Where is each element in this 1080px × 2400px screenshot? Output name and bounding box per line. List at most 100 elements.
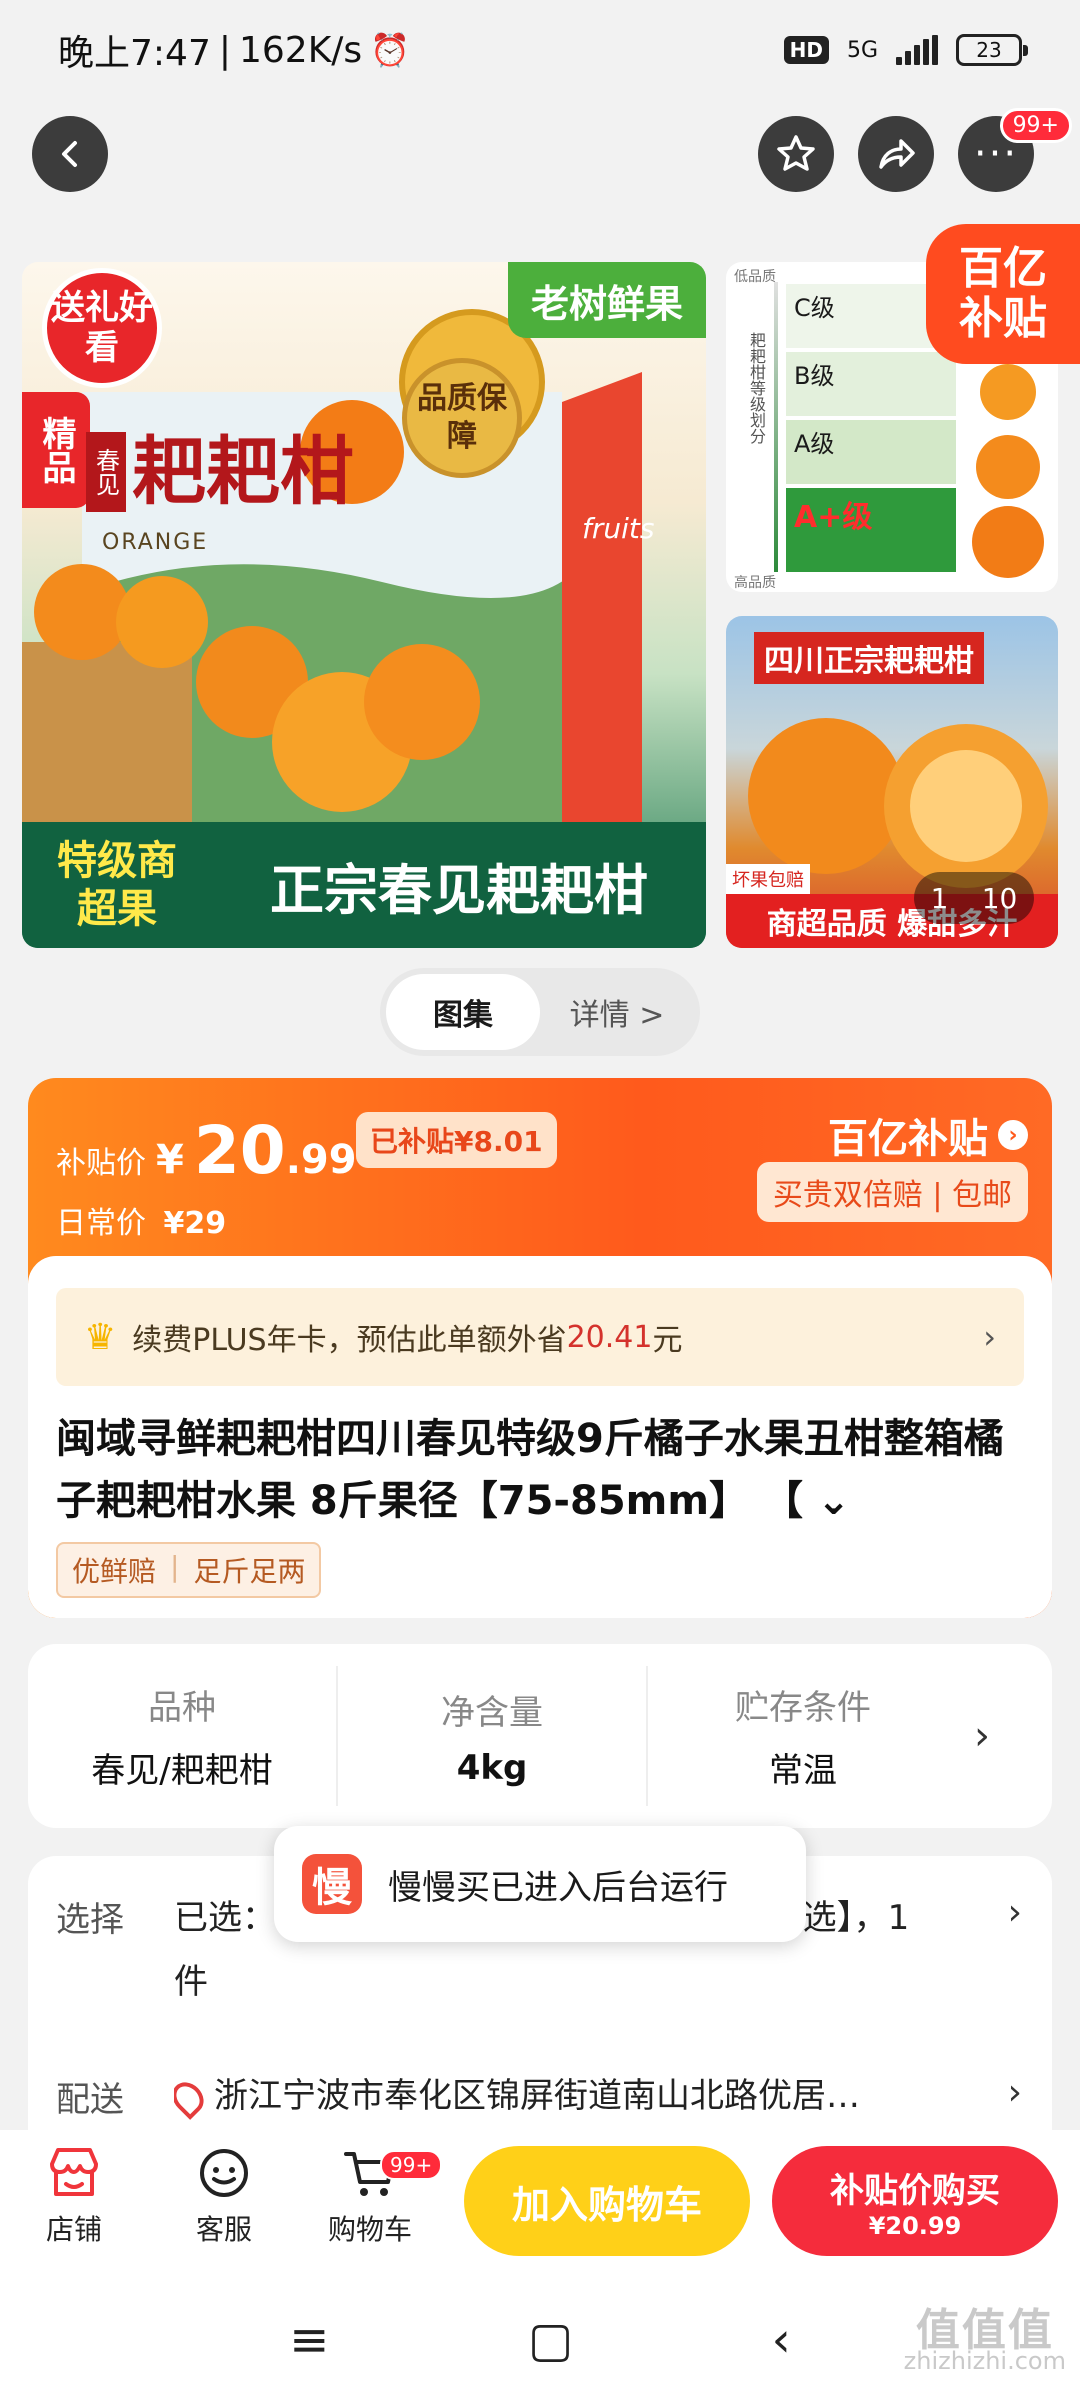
- brand-title: 耙耙柑: [132, 429, 354, 515]
- alarm-icon: ⏰: [370, 31, 411, 69]
- chevron-right-icon[interactable]: ›: [1008, 1892, 1022, 1933]
- site-watermark: 值值值 zhizhizhi.com: [903, 2305, 1066, 2376]
- back-icon[interactable]: ‹: [772, 2312, 791, 2368]
- store-button[interactable]: 店铺: [14, 2146, 134, 2248]
- quality-seal: 品质保障: [402, 358, 522, 478]
- status-time: 晚上7:47: [58, 33, 211, 74]
- background-running-toast: 慢 慢慢买已进入后台运行: [274, 1826, 806, 1942]
- chevron-right-icon[interactable]: ›: [1008, 2072, 1022, 2113]
- subsidy-corner-line2: 补贴: [959, 293, 1047, 344]
- battery-level: 23: [976, 38, 1002, 62]
- grade-a-plus: A+级: [786, 488, 956, 572]
- grade-b: B级: [786, 352, 956, 416]
- cart-badge: 99+: [380, 2150, 443, 2180]
- plus-renewal-banner[interactable]: ♛ 续费PLUS年卡，预估此单额外省 20.41 元 ›: [56, 1288, 1024, 1386]
- price-decimal: .99: [285, 1137, 357, 1183]
- share-icon: [879, 139, 915, 169]
- tab-details[interactable]: 详情 >: [540, 974, 694, 1050]
- subsidy-price-label: 补贴价: [56, 1146, 146, 1181]
- more-badge: 99+: [999, 108, 1072, 143]
- select-label: 选择: [56, 1900, 124, 1940]
- grade-a: A级: [786, 420, 956, 484]
- product-gallery[interactable]: 送礼好看 精品 老树鲜果 品质保障 耙耙柑 春见 ORANGE fruits 特…: [0, 224, 1080, 948]
- location-pin-icon: [174, 2075, 210, 2120]
- subsidy-price: 补贴价 ¥ 20 .99: [56, 1112, 357, 1189]
- signal-icon: [896, 35, 938, 65]
- gallery-current: 1: [930, 881, 949, 915]
- double-refund-guarantee: 买贵双倍赔 | 包邮: [756, 1162, 1028, 1222]
- main-product-image[interactable]: 送礼好看 精品 老树鲜果 品质保障 耙耙柑 春见 ORANGE fruits 特…: [22, 262, 706, 948]
- gallery-counter: 1 10: [914, 872, 1034, 924]
- billion-subsidy-badge[interactable]: 百亿补贴 ›: [828, 1106, 1028, 1164]
- plus-unit: 元: [652, 1323, 683, 1358]
- fruits-label: fruits: [582, 512, 655, 545]
- customer-service-icon: [200, 2149, 248, 2197]
- tab-gallery[interactable]: 图集: [386, 974, 540, 1050]
- share-button[interactable]: [858, 116, 934, 192]
- spec-value: 4kg: [456, 1747, 528, 1788]
- spec-net-weight: 净含量 4kg: [338, 1666, 648, 1806]
- chevron-right-icon: ›: [998, 1120, 1028, 1150]
- daily-price: 日常价 ¥29: [56, 1198, 226, 1242]
- daily-price-label: 日常价: [56, 1206, 146, 1241]
- currency-symbol: ¥: [156, 1137, 184, 1183]
- customer-service-button[interactable]: 客服: [164, 2146, 284, 2248]
- spec-value: 春见/耙耙柑: [91, 1751, 273, 1791]
- bad-fruit-tag: 坏果包赔: [726, 864, 810, 894]
- daily-price-value: ¥29: [163, 1206, 227, 1241]
- plus-text: 续费PLUS年卡，预估此单额外省: [132, 1323, 567, 1358]
- chevron-right-icon[interactable]: ›: [974, 1713, 990, 1759]
- customer-service-label: 客服: [195, 2213, 252, 2246]
- authentic-banner: 正宗春见耙耙柑: [212, 822, 706, 948]
- spec-value: 常温: [769, 1751, 837, 1791]
- hd-icon: HD: [783, 36, 829, 64]
- billion-subsidy-label: 百亿补贴: [828, 1116, 988, 1162]
- menu-icon[interactable]: ≡: [289, 2312, 329, 2368]
- add-to-cart-button[interactable]: 加入购物车: [464, 2146, 750, 2256]
- home-icon[interactable]: ▢: [528, 2312, 573, 2368]
- low-quality-label: 低品质: [734, 269, 776, 285]
- buy-now-price: ¥20.99: [868, 2211, 962, 2240]
- buy-now-label: 补贴价购买: [830, 2170, 1000, 2211]
- spec-card[interactable]: 品种 春见/耙耙柑 净含量 4kg 贮存条件 常温 ›: [28, 1644, 1052, 1828]
- cart-button[interactable]: 购物车 99+: [310, 2146, 443, 2248]
- plus-amount: 20.41: [566, 1319, 653, 1355]
- watermark-domain: zhizhizhi.com: [903, 2347, 1066, 2375]
- spec-key: 净含量: [441, 1692, 543, 1733]
- status-divider: |: [218, 29, 231, 71]
- star-icon: [777, 135, 815, 171]
- price-header: 补贴价 ¥ 20 .99 已补贴¥8.01 百亿补贴 › 买贵双倍赔 | 包邮 …: [28, 1078, 1052, 1258]
- buy-now-button[interactable]: 补贴价购买 ¥20.99: [772, 2146, 1058, 2256]
- delivery-address[interactable]: 浙江宁波市奉化区锦屏街道南山北路优居…: [174, 2064, 914, 2128]
- more-icon: ···: [973, 131, 1019, 177]
- status-speed: 162K/s: [238, 29, 363, 71]
- high-quality-label: 高品质: [734, 575, 776, 591]
- favorite-button[interactable]: [758, 116, 834, 192]
- store-label: 店铺: [45, 2213, 102, 2246]
- price-card: 补贴价 ¥ 20 .99 已补贴¥8.01 百亿补贴 › 买贵双倍赔 | 包邮 …: [28, 1078, 1052, 1618]
- delivery-label: 配送: [56, 2080, 124, 2120]
- gallery-total: 10: [981, 881, 1018, 915]
- service-tag-fresh: 优鲜赔: [72, 1555, 157, 1588]
- premium-badge: 精品: [22, 392, 90, 508]
- spec-storage: 贮存条件 常温: [648, 1666, 958, 1806]
- orange-label: ORANGE: [102, 530, 209, 555]
- network-label: 5G: [846, 37, 878, 63]
- crown-icon: ♛: [84, 1316, 117, 1358]
- watermark-logo: 值值值: [915, 2305, 1054, 2356]
- back-button[interactable]: [32, 116, 108, 192]
- grade-side-label: 耙耙柑等级划分: [747, 332, 766, 444]
- battery-icon: 23: [956, 34, 1028, 66]
- price-integer: 20: [193, 1112, 286, 1189]
- media-tab-switch: 图集 详情 >: [380, 968, 700, 1056]
- more-button[interactable]: ··· 99+: [958, 108, 1072, 192]
- gift-badge: 送礼好看: [42, 268, 162, 388]
- spec-key: 贮存条件: [735, 1688, 871, 1728]
- subsidy-amount-tag: 已补贴¥8.01: [356, 1112, 557, 1168]
- status-bar: 晚上7:47 | 162K/s ⏰ HD 5G 23: [0, 0, 1080, 100]
- spec-variety: 品种 春见/耙耙柑: [28, 1666, 338, 1806]
- cart-label: 购物车: [327, 2213, 412, 2246]
- product-title[interactable]: 闽域寻鲜耙耙柑四川春见特级9斤橘子水果丑柑整箱橘子耙耙柑水果 8斤果径【75-8…: [56, 1408, 1036, 1532]
- brand-small-label: 春见: [86, 432, 126, 512]
- service-tags: 优鲜赔 | 足斤足两: [56, 1542, 322, 1598]
